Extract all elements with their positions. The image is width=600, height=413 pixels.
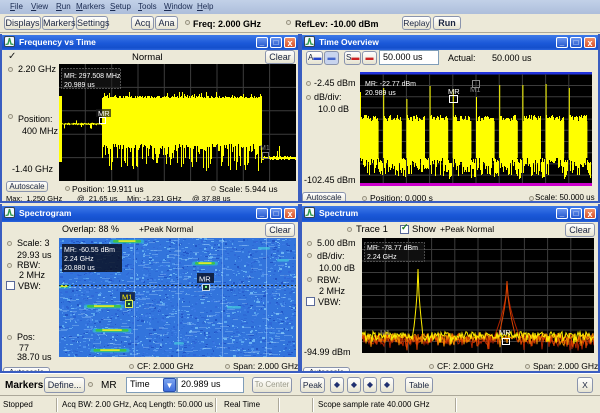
- svg-text:M1: M1: [470, 85, 480, 94]
- svg-text:20.989 us: 20.989 us: [365, 90, 396, 97]
- svg-text:MR: 297.508 MHz: MR: 297.508 MHz: [64, 73, 121, 80]
- svg-text:MR: MR: [199, 275, 211, 284]
- svg-text:2.24 GHz: 2.24 GHz: [64, 256, 94, 263]
- svg-text:2.24 GHz: 2.24 GHz: [367, 254, 397, 261]
- svg-text:MR: MR: [499, 328, 511, 337]
- svg-text:M1: M1: [260, 145, 270, 152]
- svg-text:MR: -60.55 dBm: MR: -60.55 dBm: [64, 247, 115, 254]
- svg-text:MR: -22.77 dBm: MR: -22.77 dBm: [365, 81, 416, 88]
- svg-text:M1: M1: [380, 330, 390, 337]
- svg-text:MR: MR: [98, 109, 110, 118]
- svg-text:20.989 us: 20.989 us: [64, 82, 95, 89]
- svg-text:MR: -78.77 dBm: MR: -78.77 dBm: [367, 245, 418, 252]
- svg-text:20.880 us: 20.880 us: [64, 265, 95, 272]
- svg-text:MR: MR: [448, 87, 460, 96]
